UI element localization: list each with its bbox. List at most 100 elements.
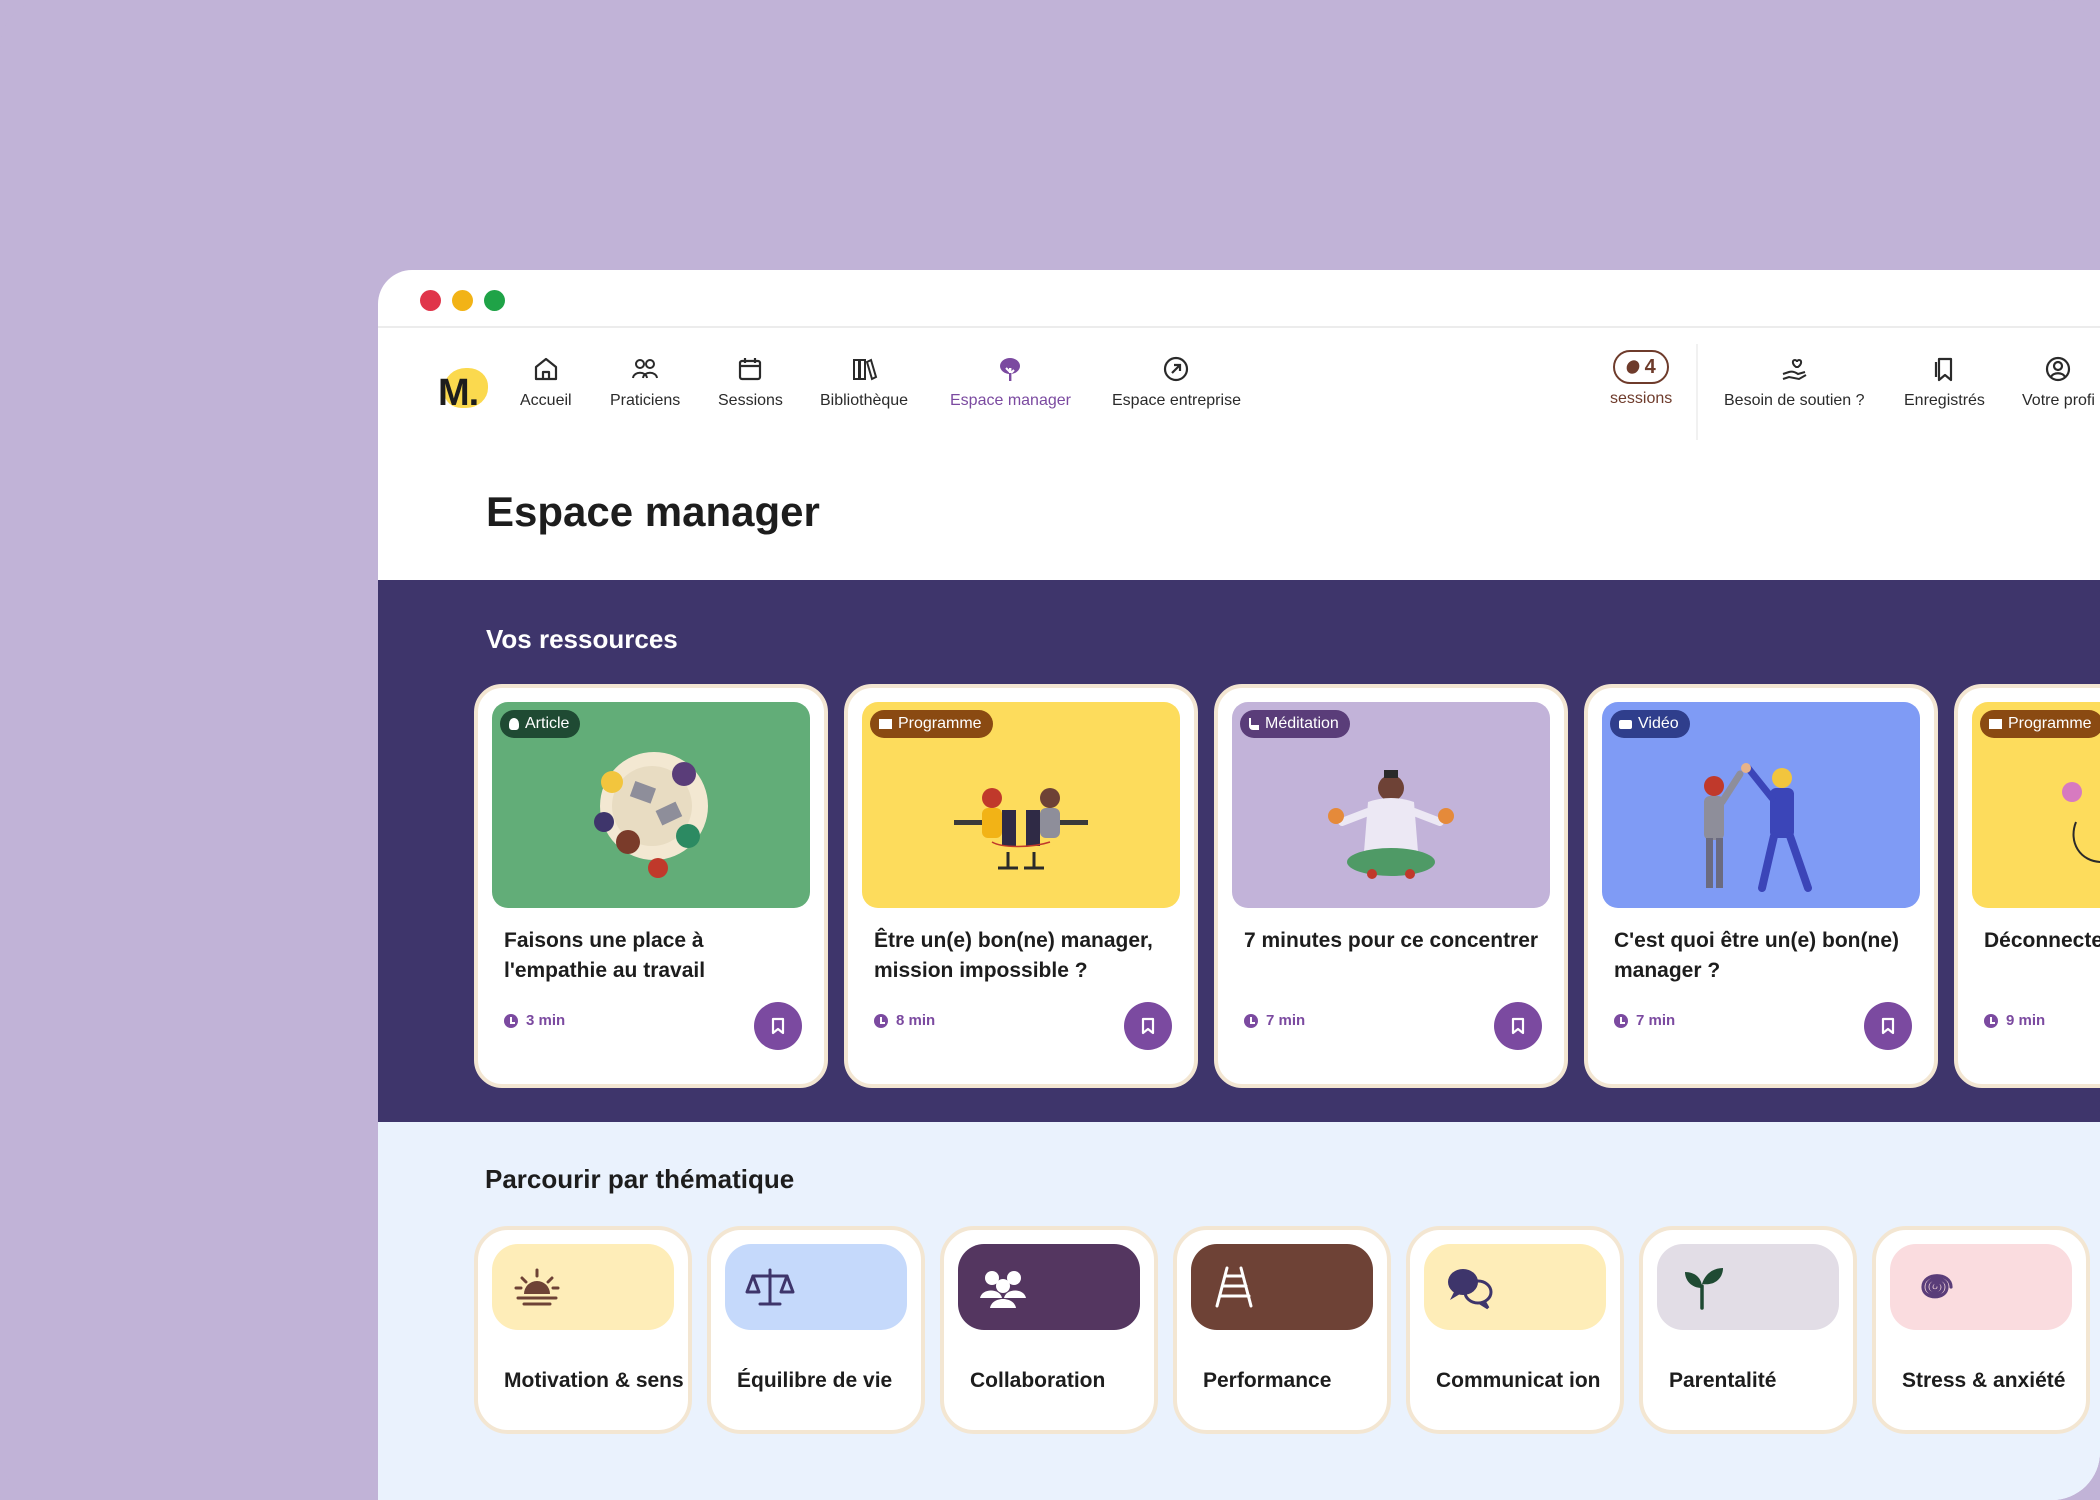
theme-label: Motivation & sens [504, 1369, 684, 1392]
group-icon [980, 1271, 1026, 1308]
card-duration: 3 min [504, 1012, 565, 1029]
nav-label: Bibliothèque [820, 392, 909, 409]
content-type-badge: Méditation [1240, 710, 1350, 738]
nav-item-profil[interactable]: Votre profi [2022, 354, 2095, 410]
content-type-badge: Programme [870, 710, 993, 738]
window-titlebar [378, 270, 2100, 328]
card-thumbnail: Article [492, 702, 810, 908]
theme-icon-tile [1191, 1244, 1373, 1330]
card-title: Déconnecte [1984, 929, 2100, 952]
card-thumbnail: Programme [862, 702, 1180, 908]
theme-icon-tile [1424, 1244, 1606, 1330]
theme-icon-tile [958, 1244, 1140, 1330]
nav-label: Espace manager [950, 392, 1071, 409]
theme-icon-tile [725, 1244, 907, 1330]
books-icon [853, 358, 878, 381]
content-type-badge: Article [500, 710, 581, 738]
sessions-count-badge: 4 [1613, 350, 1670, 384]
book-icon [1989, 719, 2002, 729]
theme-card-collaboration[interactable]: Collaboration [940, 1226, 1158, 1434]
theme-label: Équilibre de vie [737, 1369, 893, 1392]
nav-label: Enregistrés [1904, 392, 1985, 409]
tree-icon [1000, 358, 1021, 381]
theme-card-stress[interactable]: Stress & anxiété [1872, 1226, 2090, 1434]
page-title: Espace manager [486, 488, 820, 535]
resource-card[interactable]: Vidéo C'est quoi être un(e) bon(ne) mana… [1584, 684, 1938, 1088]
bookmark-icon [1141, 1017, 1155, 1035]
card-duration: 7 min [1614, 1012, 1675, 1029]
nav-label: Sessions [718, 392, 783, 409]
nav-item-espace-manager[interactable]: Espace manager [950, 354, 1071, 410]
bookmarks-icon [1935, 357, 1953, 382]
theme-card-parentalite[interactable]: Parentalité [1639, 1226, 1857, 1434]
card-duration: 7 min [1244, 1012, 1305, 1029]
theme-card-motivation[interactable]: Motivation & sens [474, 1226, 692, 1434]
clock-icon [1614, 1013, 1628, 1028]
resource-card[interactable]: Article Faisons une place à l'empathie a… [474, 684, 828, 1088]
card-title: C'est quoi être un(e) bon(ne) manager ? [1614, 929, 1899, 982]
theme-label: Communicat ion [1436, 1369, 1601, 1392]
card-thumbnail: Méditation [1232, 702, 1550, 908]
card-thumbnail: Vidéo [1602, 702, 1920, 908]
close-window-button[interactable] [420, 290, 441, 311]
home-icon [534, 357, 557, 381]
theme-label: Parentalité [1669, 1369, 1777, 1392]
resources-title: Vos ressources [486, 624, 678, 654]
video-camera-icon [1619, 719, 1632, 729]
nav-item-bibliotheque[interactable]: Bibliothèque [820, 354, 908, 410]
theme-label: Collaboration [970, 1369, 1106, 1392]
resources-section: Vos ressources Article Faisons une place… [378, 580, 2100, 1122]
sessions-label: sessions [1610, 390, 1673, 407]
nav-item-accueil[interactable]: Accueil [520, 354, 572, 410]
bookmark-button[interactable] [1494, 1002, 1542, 1050]
theme-icon-tile [492, 1244, 674, 1330]
music-note-icon [1249, 718, 1259, 730]
sessions-counter[interactable]: 4 sessions [1610, 350, 1672, 408]
nav-label: Praticiens [610, 392, 681, 409]
card-title: Faisons une place à l'empathie au travai… [504, 929, 706, 982]
app-logo[interactable]: M. [430, 364, 500, 424]
clock-icon [874, 1013, 888, 1028]
theme-label: Performance [1203, 1369, 1332, 1392]
resource-card[interactable]: Programme Déconnecte 9 min [1954, 684, 2100, 1088]
bookmark-button[interactable] [754, 1002, 802, 1050]
browser-window: M. Accueil Praticiens Sessions Bibliothè… [378, 270, 2100, 1500]
card-thumbnail: Programme [1972, 702, 2100, 908]
nav-label: Besoin de soutien ? [1724, 392, 1865, 409]
bookmark-button[interactable] [1124, 1002, 1172, 1050]
content-type-badge: Vidéo [1610, 710, 1690, 738]
bookmark-icon [771, 1017, 785, 1035]
resource-card[interactable]: Méditation 7 minutes pour ce concentrer … [1214, 684, 1568, 1088]
resource-card[interactable]: Programme Être un(e) bon(ne) manager, mi… [844, 684, 1198, 1088]
sunrise-icon [514, 1268, 560, 1306]
nav-label: Accueil [520, 392, 572, 409]
maximize-window-button[interactable] [484, 290, 505, 311]
nav-label: Votre profi [2022, 392, 2095, 409]
theme-label: Stress & anxiété [1902, 1369, 2066, 1392]
card-title: Être un(e) bon(ne) manager, mission impo… [874, 929, 1153, 982]
card-duration: 8 min [874, 1012, 935, 1029]
clock-icon [1244, 1013, 1258, 1028]
clock-icon [1984, 1013, 1998, 1028]
sprout-icon [1685, 1268, 1723, 1310]
arrow-circle-icon [1164, 356, 1189, 382]
card-title: 7 minutes pour ce concentrer [1244, 929, 1539, 952]
coffee-bean-icon [1623, 357, 1642, 377]
minimize-window-button[interactable] [452, 290, 473, 311]
content-type-badge: Programme [1980, 710, 2100, 738]
nav-item-praticiens[interactable]: Praticiens [610, 354, 680, 410]
nav-item-sessions[interactable]: Sessions [718, 354, 783, 410]
bookmark-button[interactable] [1864, 1002, 1912, 1050]
theme-card-equilibre[interactable]: Équilibre de vie [707, 1226, 925, 1434]
nav-label: Espace entreprise [1112, 392, 1241, 409]
nav-item-espace-entreprise[interactable]: Espace entreprise [1112, 354, 1241, 410]
lightbulb-icon [509, 718, 519, 730]
theme-card-communication[interactable]: Communicat ion [1406, 1226, 1624, 1434]
nav-item-besoin-de-soutien[interactable]: Besoin de soutien ? [1724, 354, 1865, 410]
card-duration: 9 min [1984, 1012, 2045, 1029]
scale-icon [745, 1268, 795, 1306]
background-frame: M. Accueil Praticiens Sessions Bibliothè… [0, 0, 2100, 1500]
theme-card-performance[interactable]: Performance [1173, 1226, 1391, 1434]
nav-item-enregistres[interactable]: Enregistrés [1904, 354, 1985, 410]
chat-bubbles-icon [1448, 1269, 1493, 1310]
